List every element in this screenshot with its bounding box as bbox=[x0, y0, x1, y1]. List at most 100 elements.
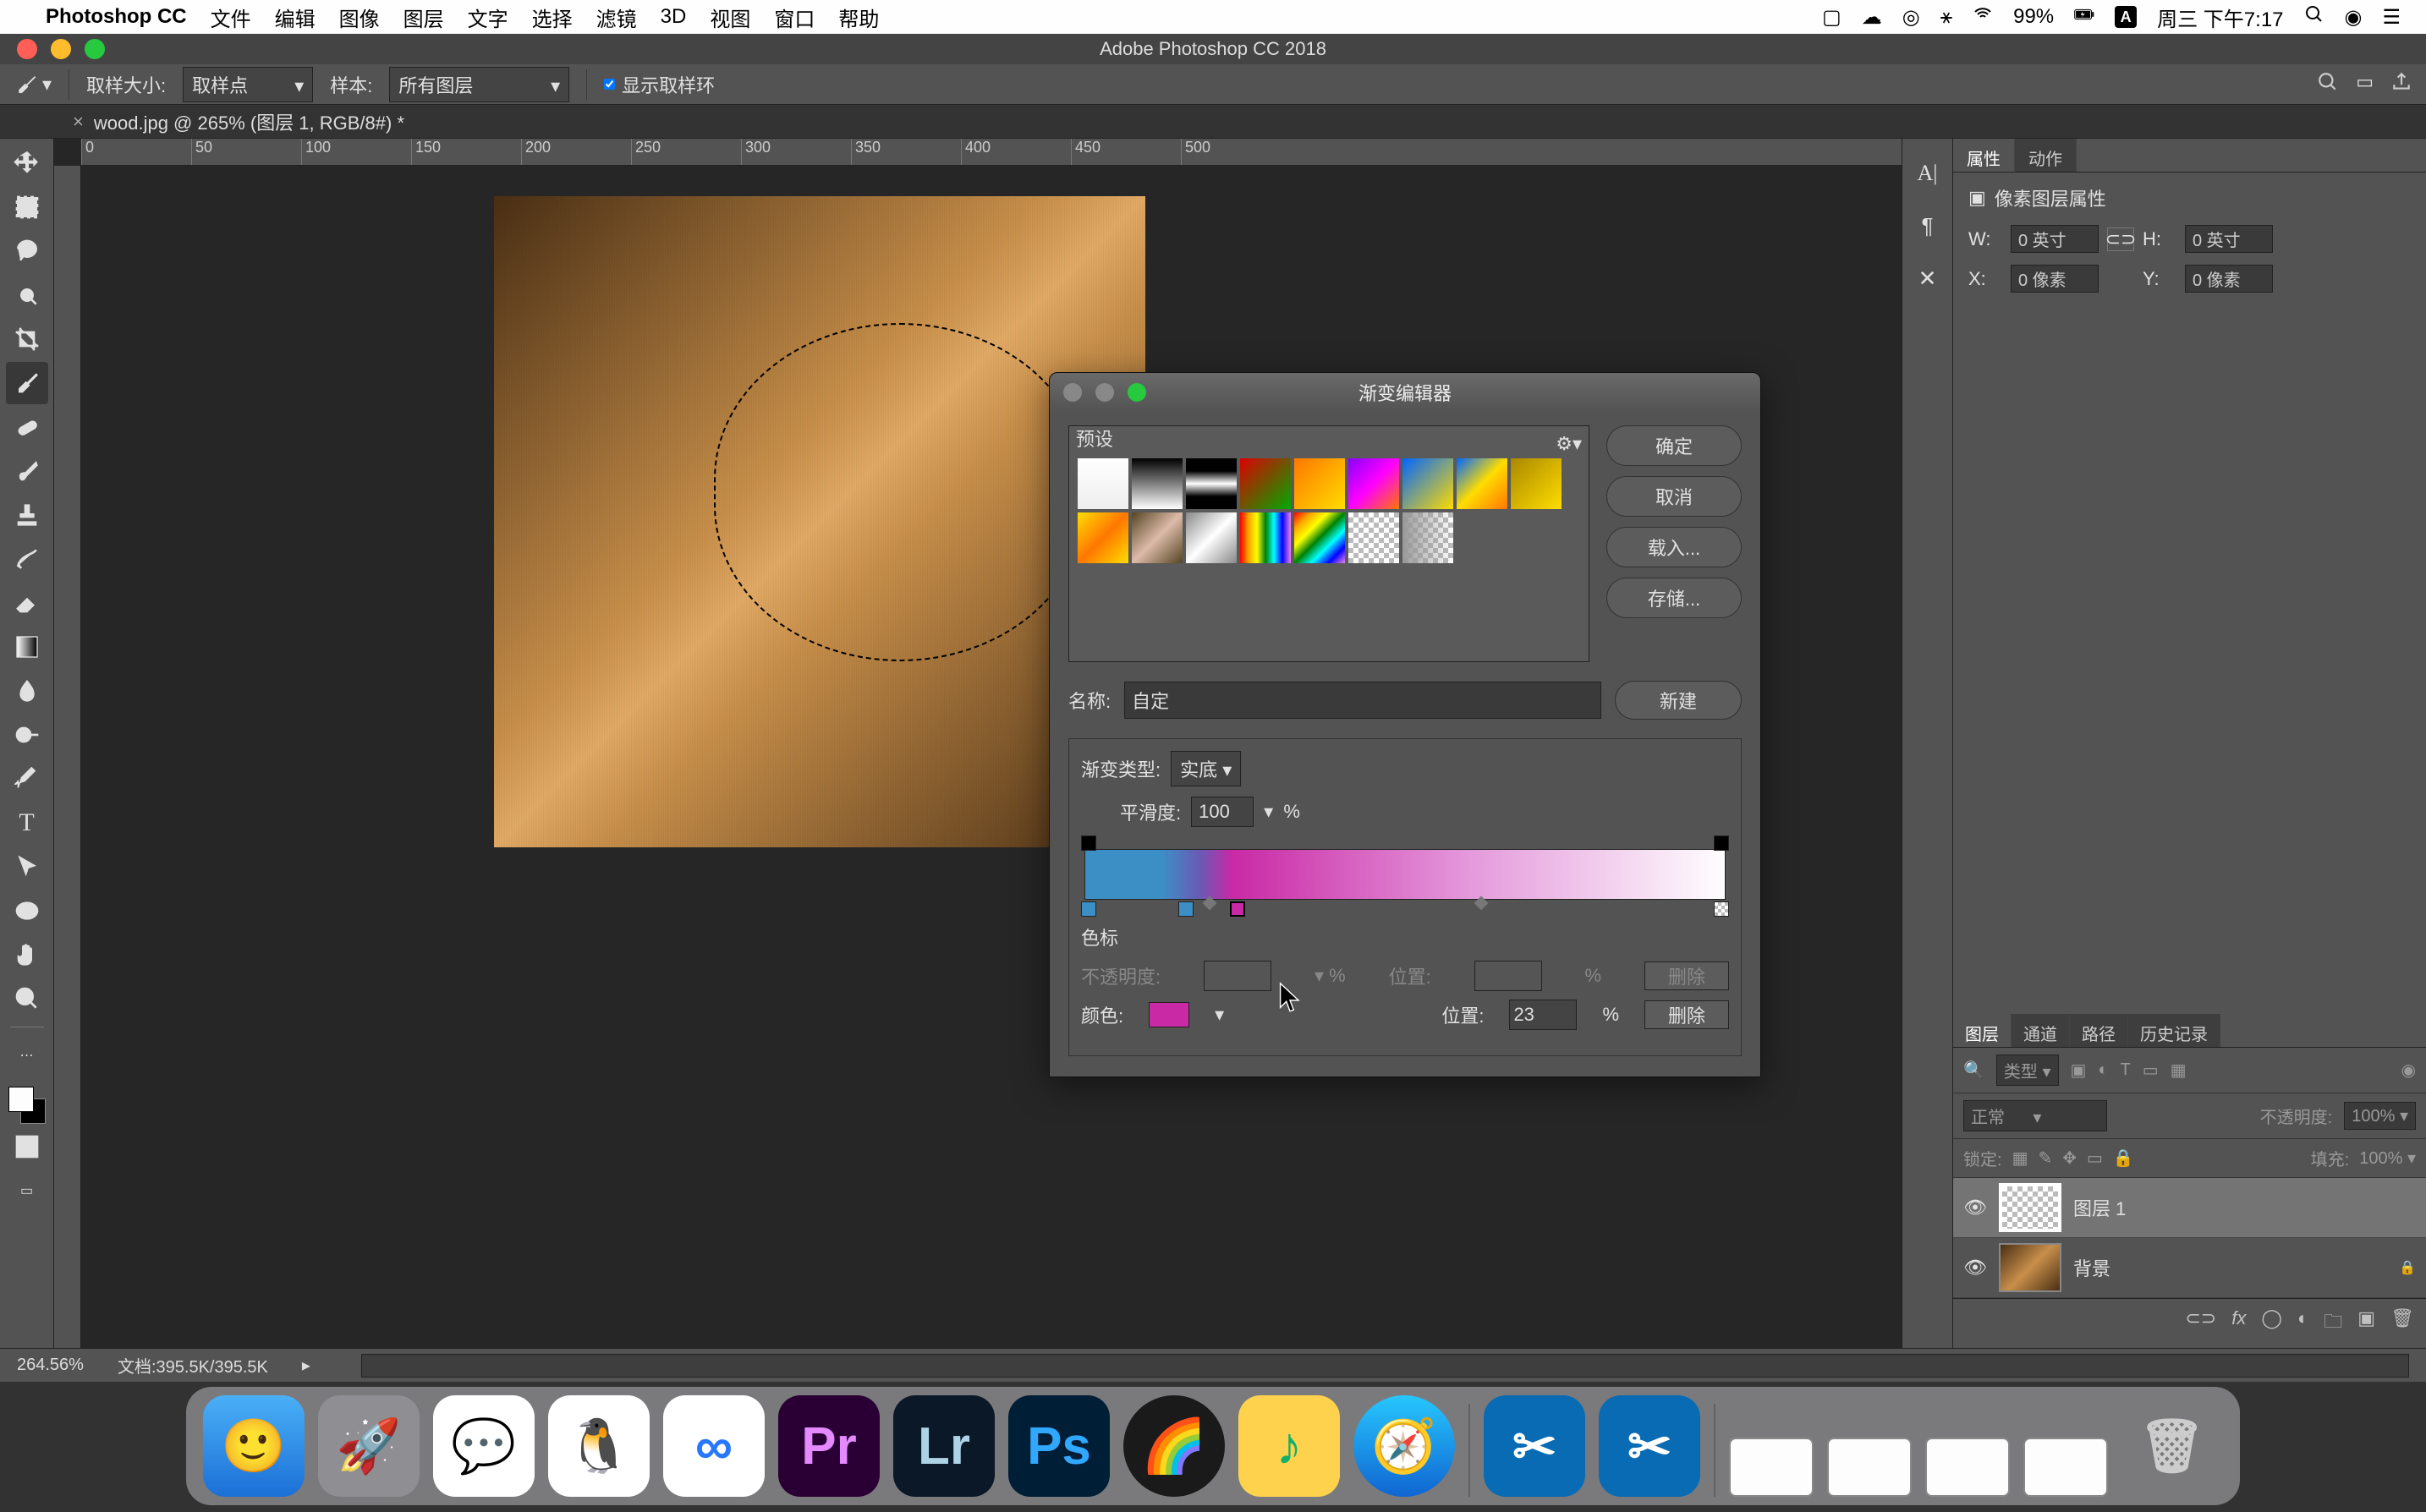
preset-swatch[interactable] bbox=[1402, 458, 1453, 509]
lock-all-icon[interactable]: 🔒 bbox=[2113, 1148, 2134, 1169]
screen-mirror-icon[interactable]: ▢ bbox=[1822, 5, 1841, 30]
baidu-app-icon[interactable]: ∞ bbox=[663, 1395, 765, 1497]
eraser-tool[interactable] bbox=[6, 582, 48, 624]
crop-tool[interactable] bbox=[6, 318, 48, 360]
preset-swatch[interactable] bbox=[1186, 512, 1237, 563]
dialog-max-icon[interactable] bbox=[1128, 383, 1146, 402]
quick-select-tool[interactable] bbox=[6, 274, 48, 316]
filter-smart-icon[interactable]: ▦ bbox=[2171, 1060, 2187, 1081]
lock-trans-icon[interactable]: ▦ bbox=[2012, 1148, 2028, 1169]
gradient-type-select[interactable]: 实底 ▾ bbox=[1171, 751, 1241, 786]
link-layers-icon[interactable]: ⊂⊃ bbox=[2185, 1307, 2216, 1339]
spotlight-icon[interactable] bbox=[2304, 4, 2324, 30]
status-flyout-icon[interactable]: ▸ bbox=[302, 1355, 310, 1376]
preset-swatch[interactable] bbox=[1511, 458, 1562, 509]
tools-preset-icon[interactable]: ✕ bbox=[1910, 260, 1946, 296]
music-app-icon[interactable]: ♪ bbox=[1238, 1395, 1340, 1497]
quickmask-icon[interactable] bbox=[6, 1126, 48, 1168]
filter-kind-select[interactable]: 类型 ▾ bbox=[1996, 1055, 2059, 1086]
delete-layer-icon[interactable]: 🗑 bbox=[2390, 1307, 2414, 1339]
blend-mode-select[interactable]: 正常 ▾ bbox=[1963, 1100, 2107, 1131]
menu-filter[interactable]: 滤镜 bbox=[596, 3, 637, 32]
preset-swatch[interactable] bbox=[1402, 512, 1453, 563]
document-tab[interactable]: wood.jpg @ 265% (图层 1, RGB/8#) * bbox=[94, 108, 404, 135]
clock[interactable]: 周三 下午7:17 bbox=[2157, 3, 2283, 32]
adjustment-icon[interactable]: ◐ bbox=[2297, 1307, 2308, 1339]
preset-swatch[interactable] bbox=[1078, 458, 1128, 509]
brush-tool[interactable] bbox=[6, 450, 48, 492]
show-ring-checkbox[interactable]: 显示取样环 bbox=[604, 71, 715, 98]
minimized-window[interactable] bbox=[1827, 1438, 1912, 1497]
color-stop-selected[interactable] bbox=[1230, 901, 1245, 917]
filter-shape-icon[interactable]: ▭ bbox=[2143, 1060, 2159, 1081]
menu-file[interactable]: 文件 bbox=[211, 3, 251, 32]
delete-color-stop-button[interactable]: 删除 bbox=[1644, 1000, 1729, 1029]
safari-app-icon[interactable]: 🧭 bbox=[1353, 1395, 1455, 1497]
premiere-app-icon[interactable]: Pr bbox=[778, 1395, 880, 1497]
menu-window[interactable]: 窗口 bbox=[774, 3, 815, 32]
tab-actions[interactable]: 动作 bbox=[2015, 139, 2077, 172]
preset-swatch[interactable] bbox=[1348, 512, 1399, 563]
smoothness-unit[interactable]: ▾ % bbox=[1264, 801, 1300, 823]
opacity-input[interactable]: 100% ▾ bbox=[2344, 1102, 2416, 1130]
opacity-stop[interactable] bbox=[1714, 835, 1729, 851]
wifi-icon[interactable] bbox=[1973, 4, 1993, 30]
save-button[interactable]: 存储... bbox=[1606, 578, 1742, 618]
preset-swatch[interactable] bbox=[1132, 512, 1183, 563]
move-tool[interactable] bbox=[6, 142, 48, 184]
group-icon[interactable]: 🗀 bbox=[2324, 1307, 2342, 1339]
lock-paint-icon[interactable]: ✎ bbox=[2038, 1148, 2052, 1169]
lock-art-icon[interactable]: ▭ bbox=[2087, 1148, 2103, 1169]
eyedropper-tool-icon[interactable]: ▾ bbox=[14, 72, 52, 97]
gradient-tool[interactable] bbox=[6, 626, 48, 668]
cc-icon[interactable]: ◎ bbox=[1902, 5, 1920, 30]
minimized-window[interactable] bbox=[1925, 1438, 2010, 1497]
filter-adjust-icon[interactable]: ◐ bbox=[2098, 1060, 2108, 1080]
close-tab-icon[interactable]: × bbox=[73, 111, 84, 133]
healing-tool[interactable] bbox=[6, 406, 48, 448]
menu-view[interactable]: 视图 bbox=[710, 3, 750, 32]
color-dropdown-icon[interactable]: ▾ bbox=[1215, 1004, 1224, 1026]
tab-layers[interactable]: 图层 bbox=[1953, 1014, 2012, 1047]
lasso-tool[interactable] bbox=[6, 230, 48, 272]
menu-layer[interactable]: 图层 bbox=[403, 3, 444, 32]
x-input[interactable] bbox=[2011, 265, 2099, 293]
dialog-min-icon[interactable] bbox=[1095, 383, 1114, 402]
history-brush-tool[interactable] bbox=[6, 538, 48, 580]
preset-swatch[interactable] bbox=[1186, 458, 1237, 509]
color-swatches[interactable] bbox=[8, 1087, 46, 1124]
load-button[interactable]: 载入... bbox=[1606, 527, 1742, 567]
wechat-app-icon[interactable]: 💬 bbox=[433, 1395, 535, 1497]
search-icon[interactable] bbox=[2317, 71, 2339, 98]
canvas-image[interactable] bbox=[494, 196, 1145, 847]
color-pos-input[interactable] bbox=[1509, 1000, 1577, 1030]
type-tool[interactable]: T bbox=[6, 802, 48, 844]
preset-swatch[interactable] bbox=[1078, 512, 1128, 563]
layer-thumb[interactable] bbox=[1999, 1183, 2061, 1232]
menu-image[interactable]: 图像 bbox=[339, 3, 380, 32]
hand-tool[interactable] bbox=[6, 934, 48, 976]
minimize-icon[interactable] bbox=[51, 39, 71, 59]
filter-image-icon[interactable]: ▣ bbox=[2071, 1060, 2087, 1081]
horizontal-scrollbar[interactable] bbox=[361, 1354, 2409, 1378]
lightroom-app-icon[interactable]: Lr bbox=[893, 1395, 995, 1497]
color-stop[interactable] bbox=[1178, 901, 1194, 917]
zoom-level[interactable]: 264.56% bbox=[17, 1356, 84, 1375]
foreground-color[interactable] bbox=[8, 1087, 34, 1112]
chr-panel-icon[interactable]: A| bbox=[1910, 156, 1946, 191]
sample-select[interactable]: 所有图层 ▾ bbox=[389, 67, 569, 102]
launchpad-app-icon[interactable]: 🚀 bbox=[318, 1395, 420, 1497]
preset-swatch[interactable] bbox=[1457, 458, 1507, 509]
ok-button[interactable]: 确定 bbox=[1606, 425, 1742, 466]
color-swatch[interactable] bbox=[1149, 1002, 1189, 1027]
new-button[interactable]: 新建 bbox=[1615, 681, 1742, 720]
menu-edit[interactable]: 编辑 bbox=[275, 3, 316, 32]
menu-type[interactable]: 文字 bbox=[468, 3, 508, 32]
clip-app-1-icon[interactable]: ✂ bbox=[1484, 1395, 1585, 1497]
color-stop[interactable] bbox=[1714, 901, 1729, 917]
layer-name[interactable]: 背景 bbox=[2073, 1254, 2110, 1281]
minimized-window[interactable] bbox=[2023, 1438, 2108, 1497]
maximize-icon[interactable] bbox=[85, 39, 105, 59]
fx-icon[interactable]: fx bbox=[2231, 1307, 2246, 1339]
finder-app-icon[interactable]: 🙂 bbox=[203, 1395, 305, 1497]
